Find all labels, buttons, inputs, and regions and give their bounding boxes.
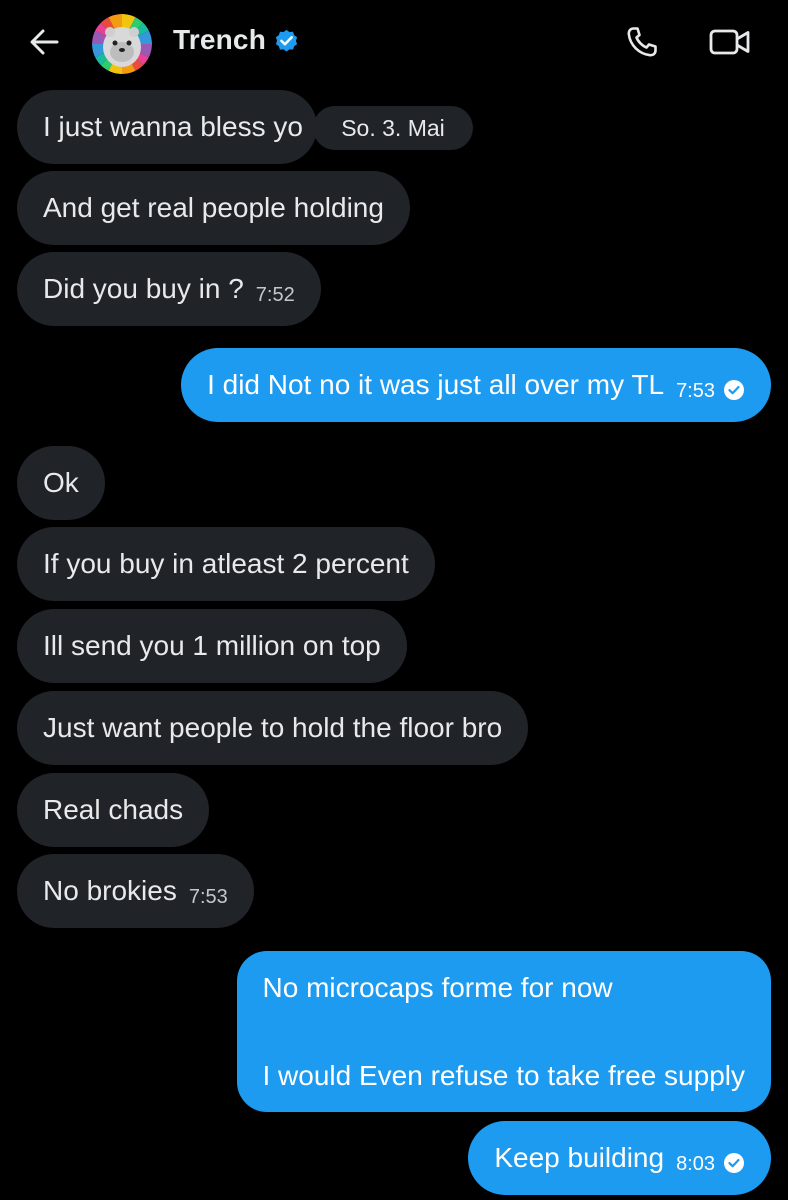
message-text: No brokies <box>43 875 177 906</box>
contact-name: Trench <box>173 24 267 55</box>
back-button[interactable] <box>22 22 66 62</box>
message-text: I just wanna bless yo <box>43 111 303 142</box>
avatar-image <box>92 14 152 74</box>
message-bubble-incoming[interactable]: Did you buy in ? 7:52 <box>17 252 321 326</box>
phone-icon <box>627 27 657 57</box>
video-call-button[interactable] <box>704 22 756 62</box>
message-bubble-outgoing[interactable]: I did Not no it was just all over my TL … <box>181 348 771 422</box>
message-text: Ok <box>43 467 79 498</box>
message-bubble-incoming[interactable]: Just want people to hold the floor bro <box>17 691 529 765</box>
conversation-header: Trench <box>0 0 788 86</box>
message-bubble-incoming[interactable]: And get real people holding <box>17 171 410 245</box>
message-text: If you buy in atleast 2 percent <box>43 548 409 579</box>
message-text: Real chads <box>43 794 184 825</box>
message-text: Just want people to hold the floor bro <box>43 712 503 743</box>
message-bubble-incoming[interactable]: I just wanna bless yo <box>17 90 317 164</box>
video-camera-icon <box>709 29 750 55</box>
message-bubble-incoming[interactable]: Ill send you 1 million on top <box>17 609 407 683</box>
message-timestamp: 8:03 <box>676 1153 715 1175</box>
read-receipt-icon <box>724 1153 744 1173</box>
message-bubble-incoming[interactable]: If you buy in atleast 2 percent <box>17 527 435 601</box>
date-separator: So. 3. Mai <box>313 106 473 150</box>
dm-conversation-screen: Trench I just wanna bless yo So. 3. Mai … <box>0 0 788 1200</box>
message-bubble-incoming[interactable]: Ok <box>17 446 105 520</box>
call-button[interactable] <box>620 22 664 62</box>
message-bubble-incoming[interactable]: No brokies 7:53 <box>17 854 254 928</box>
message-timestamp: 7:53 <box>676 380 715 402</box>
message-bubble-outgoing[interactable]: Keep building 8:03 <box>468 1121 771 1195</box>
message-text: I would Even refuse to take free supply <box>262 1059 746 1091</box>
verified-badge-icon <box>275 29 298 52</box>
message-text: And get real people holding <box>43 192 384 223</box>
message-bubble-incoming[interactable]: Real chads <box>17 773 210 847</box>
arrow-left-icon <box>30 29 59 55</box>
message-text: Keep building <box>494 1142 665 1173</box>
message-timestamp: 7:52 <box>255 284 295 306</box>
message-text: I did Not no it was just all over my TL <box>207 369 665 400</box>
message-text: Did you buy in ? <box>43 273 244 304</box>
contact-name-button[interactable]: Trench <box>173 24 300 56</box>
read-receipt-icon <box>724 380 744 400</box>
message-text: Ill send you 1 million on top <box>43 630 381 661</box>
avatar[interactable] <box>92 14 152 74</box>
message-text: No microcaps forme for now <box>262 971 613 1003</box>
message-bubble-outgoing[interactable]: No microcaps forme for now I would Even … <box>236 951 771 1112</box>
message-timestamp: 7:53 <box>188 886 228 908</box>
